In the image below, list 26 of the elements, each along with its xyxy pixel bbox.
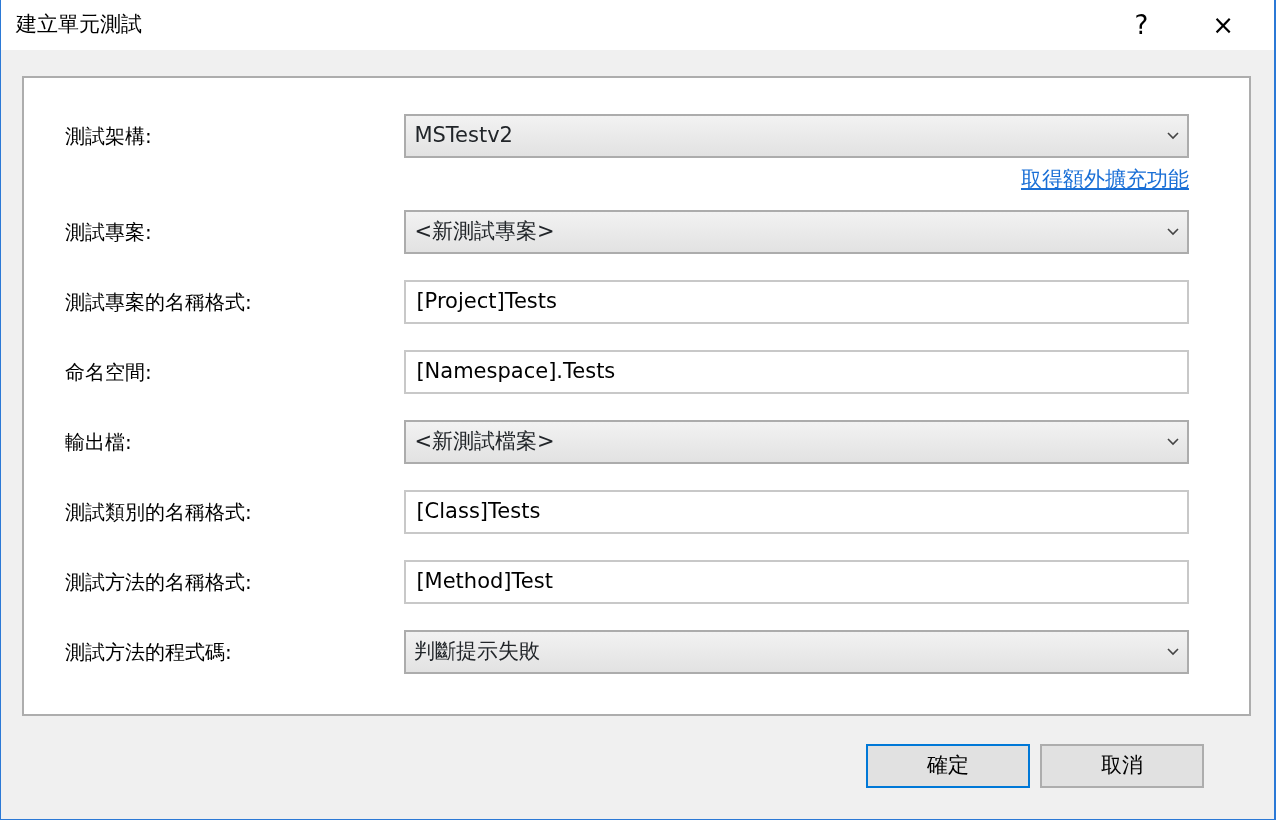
dialog-button[interactable]: 取消 bbox=[1040, 744, 1204, 788]
dropdown[interactable]: <新測試檔案> bbox=[404, 419, 1189, 464]
field-label: 測試類別的名稱格式: bbox=[65, 498, 253, 526]
field-label: 測試專案: bbox=[65, 218, 153, 246]
field-label: 測試方法的程式碼: bbox=[65, 638, 233, 666]
chevron-down-icon bbox=[1167, 227, 1179, 236]
dialog-button[interactable]: 確定 bbox=[866, 744, 1030, 788]
dropdown[interactable]: 判斷提示失敗 bbox=[404, 629, 1189, 674]
chevron-down-icon bbox=[1167, 437, 1179, 446]
input-field[interactable]: [Project]Tests bbox=[404, 279, 1189, 324]
extensions-link[interactable]: 取得額外擴充功能 bbox=[1021, 164, 1189, 196]
input-field[interactable]: [Class]Tests bbox=[404, 489, 1189, 534]
help-button[interactable]: ? bbox=[1134, 12, 1149, 38]
field-label: 測試專案的名稱格式: bbox=[65, 288, 253, 316]
input-field[interactable]: [Namespace].Tests bbox=[404, 349, 1189, 394]
chevron-down-icon bbox=[1167, 647, 1179, 656]
window-title: 建立單元測試 bbox=[16, 11, 142, 39]
field-label: 測試架構: bbox=[65, 123, 153, 150]
field-label: 命名空間: bbox=[65, 358, 153, 386]
dropdown[interactable]: MSTestv2 bbox=[404, 114, 1189, 158]
input-field[interactable]: [Method]Test bbox=[404, 559, 1189, 604]
field-label: 測試方法的名稱格式: bbox=[65, 568, 253, 596]
chevron-down-icon bbox=[1167, 132, 1179, 140]
field-label: 輸出檔: bbox=[65, 428, 133, 456]
dropdown[interactable]: <新測試專案> bbox=[404, 209, 1189, 254]
close-button[interactable]: × bbox=[1212, 12, 1234, 38]
